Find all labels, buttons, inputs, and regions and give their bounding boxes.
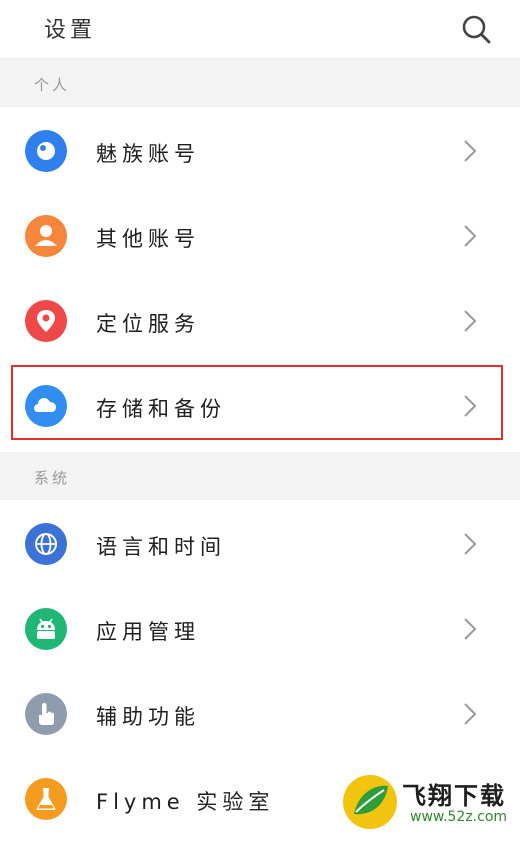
settings-item-app-management[interactable]: 应用管理 — [0, 587, 520, 671]
person-icon — [25, 215, 67, 257]
watermark-logo: 飞翔下载 www.52z.com — [340, 770, 520, 835]
chevron-right-icon — [464, 225, 477, 247]
android-icon — [25, 608, 67, 650]
section-header-personal: 个人 — [0, 59, 520, 107]
location-pin-icon — [25, 300, 67, 342]
section-title: 个人 — [34, 76, 71, 94]
app-header: 设置 — [0, 0, 520, 59]
settings-item-label: 应用管理 — [96, 620, 200, 644]
settings-item-location[interactable]: 定位服务 — [0, 279, 520, 363]
watermark-url: www.52z.com — [410, 809, 508, 825]
settings-item-label: 其他账号 — [96, 227, 200, 251]
section-title: 系统 — [34, 469, 71, 487]
watermark-name: 飞翔下载 — [402, 782, 506, 810]
settings-item-label: Flyme 实验室 — [96, 790, 275, 814]
highlight-box — [11, 365, 503, 440]
search-icon — [462, 15, 491, 44]
chevron-right-icon — [464, 618, 477, 640]
page-title: 设置 — [44, 18, 97, 43]
chevron-right-icon — [464, 310, 477, 332]
settings-item-other-accounts[interactable]: 其他账号 — [0, 194, 520, 278]
hand-pointer-icon — [25, 693, 67, 735]
meizu-account-icon — [25, 130, 67, 172]
settings-item-label: 定位服务 — [96, 312, 200, 336]
flask-icon — [25, 778, 67, 820]
globe-icon — [25, 523, 67, 565]
leaf-logo-icon — [343, 775, 397, 829]
settings-item-meizu-account[interactable]: 魅族账号 — [0, 109, 520, 193]
section-header-system: 系统 — [0, 452, 520, 500]
settings-item-label: 魅族账号 — [96, 142, 200, 166]
settings-item-language-time[interactable]: 语言和时间 — [0, 502, 520, 586]
settings-item-label: 语言和时间 — [96, 535, 226, 559]
settings-item-accessibility[interactable]: 辅助功能 — [0, 672, 520, 756]
chevron-right-icon — [464, 533, 477, 555]
chevron-right-icon — [464, 703, 477, 725]
settings-item-label: 辅助功能 — [96, 705, 200, 729]
chevron-right-icon — [464, 140, 477, 162]
search-button[interactable] — [458, 11, 494, 47]
